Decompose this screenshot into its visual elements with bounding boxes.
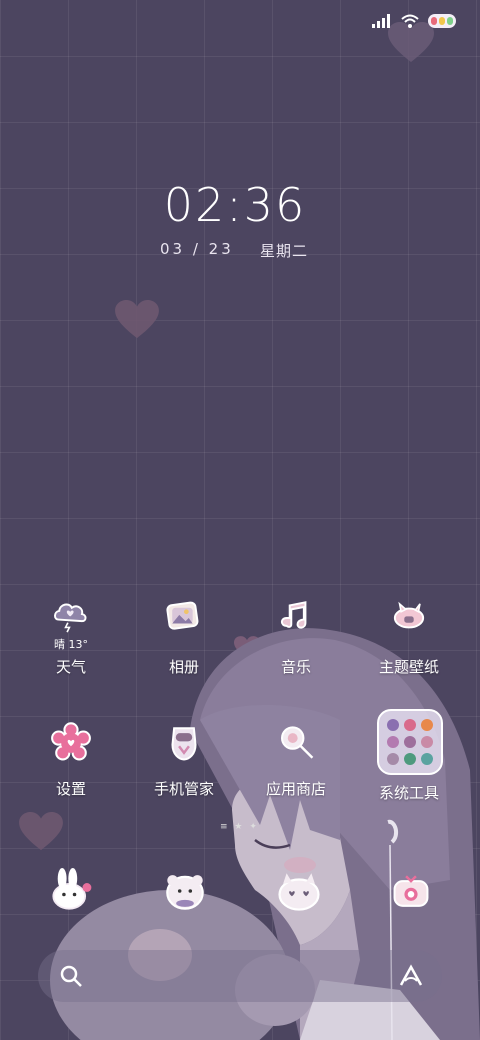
wifi-icon	[401, 14, 419, 28]
clock-date: 03 / 23	[160, 240, 234, 258]
phone-manager-icon	[171, 727, 197, 761]
app-theme[interactable]: 主题壁纸	[354, 596, 464, 677]
app-label: 手机管家	[153, 780, 214, 798]
app-label: 应用商店	[265, 780, 326, 798]
dock-search-bar[interactable]	[38, 950, 442, 1002]
app-label: 相册	[168, 658, 199, 676]
app-label: 天气	[55, 658, 86, 676]
app-music[interactable]: 音乐	[241, 596, 351, 677]
clock-time[interactable]: 02:36	[0, 178, 470, 232]
music-icon	[280, 601, 307, 629]
app-weather[interactable]: 晴 13° 天气	[16, 596, 126, 677]
gallery-icon	[166, 601, 199, 630]
app-gallery[interactable]: 相册	[129, 596, 239, 677]
camera-sticker-icon[interactable]	[388, 868, 434, 914]
weather-temp: 晴 13°	[54, 638, 88, 651]
app-label: 系统工具	[378, 784, 439, 802]
app-label: 音乐	[280, 658, 311, 676]
bunny-sticker-icon[interactable]	[46, 868, 96, 914]
settings-flower-icon	[51, 722, 91, 761]
heart-decoration	[115, 300, 159, 339]
weather-cloud-icon	[54, 603, 87, 633]
clock-weekday: 星期二	[260, 242, 309, 260]
system-tools-folder-icon[interactable]	[377, 709, 443, 775]
cat-sticker-icon[interactable]	[274, 868, 324, 914]
app-settings[interactable]: 设置	[16, 720, 126, 799]
page-indicator[interactable]: ≡ ★ ✦	[220, 822, 259, 832]
assistant-icon[interactable]	[398, 963, 424, 989]
app-label: 设置	[55, 780, 86, 798]
theme-icon	[393, 601, 425, 629]
app-store[interactable]: 应用商店	[241, 720, 351, 799]
app-store-icon	[281, 726, 314, 759]
battery-icon	[428, 14, 456, 28]
status-bar	[372, 10, 456, 32]
search-icon[interactable]	[58, 963, 84, 989]
bear-sticker-icon[interactable]	[160, 868, 210, 914]
app-label: 主题壁纸	[378, 658, 439, 676]
app-phone-manager[interactable]: 手机管家	[129, 720, 239, 799]
signal-icon	[372, 14, 390, 28]
